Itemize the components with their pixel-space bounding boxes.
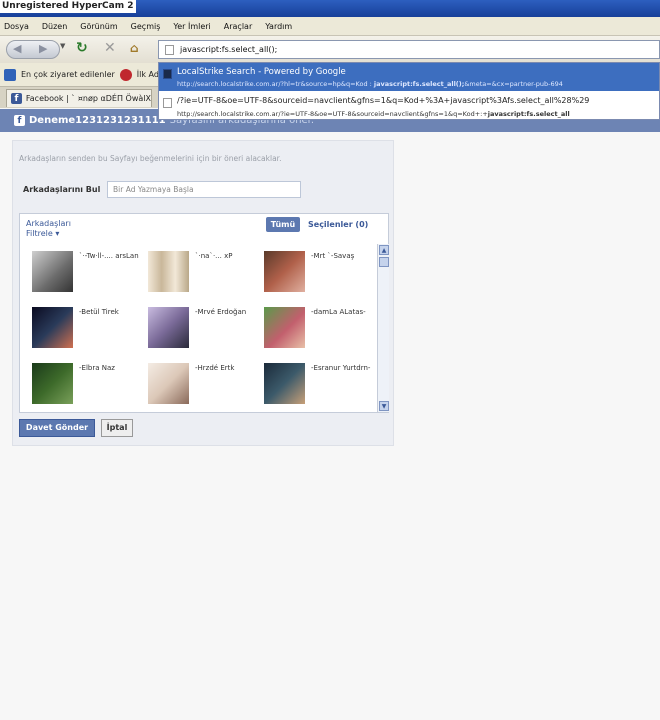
scroll-up-icon[interactable]: ▲ (379, 245, 389, 255)
page-title: Deneme1231231231111 (29, 115, 166, 126)
friend-name: -Esranur Yurtdrn- (311, 364, 371, 372)
menu-help[interactable]: Yardım (265, 22, 292, 31)
friend-photo (264, 363, 305, 404)
friend-item[interactable]: `·-Tw·ll-.... arsLan (28, 246, 144, 302)
back-icon[interactable]: ◀ (13, 42, 21, 55)
home-icon[interactable]: ⌂ (130, 41, 139, 55)
menu-tools[interactable]: Araçlar (224, 22, 252, 31)
back-forward-buttons[interactable]: ◀ ▶ (6, 40, 60, 59)
send-invite-button[interactable]: Davet Gönder (19, 419, 95, 437)
history-dropdown-icon[interactable]: ▼ (60, 42, 65, 50)
reload-icon[interactable]: ↻ (76, 40, 88, 56)
friend-name: -Mrvé Erdoğan (195, 308, 247, 316)
friend-name: -Mrt `-Savaş (311, 252, 355, 260)
friend-name: -Elbra Naz (79, 364, 115, 372)
friend-photo (148, 363, 189, 404)
menu-history[interactable]: Geçmiş (131, 22, 161, 31)
friend-photo (148, 251, 189, 292)
suggest-friends-dialog: Arkadaşların senden bu Sayfayı beğenmele… (12, 140, 394, 446)
facebook-icon: f (11, 93, 22, 104)
navigation-toolbar: ◀ ▶ ▼ ↻ ✕ ⌂ javascript:fs.select_all(); (0, 36, 660, 63)
friend-photo (148, 307, 189, 348)
friend-item[interactable]: `·na`·... xP (144, 246, 260, 302)
scroll-down-icon[interactable]: ▼ (379, 401, 389, 411)
suggestion-url: http://search.localstrike.com.ar/?ie=UTF… (177, 110, 570, 118)
friend-photo (264, 251, 305, 292)
menu-view[interactable]: Görünüm (80, 22, 117, 31)
menu-bookmarks[interactable]: Yer İmleri (173, 22, 210, 31)
friend-item[interactable]: -Mrt `-Savaş (260, 246, 376, 302)
friend-name: `·-Tw·ll-.... arsLan (79, 252, 139, 260)
friend-item[interactable]: -damLa ALatas- (260, 302, 376, 358)
tab-label: Facebook | ` ¤nøp αDÉΠ ÖwàlΧ (25, 94, 151, 103)
filter-friends-link[interactable]: Arkadaşları Filtrele ▾ (26, 219, 71, 239)
friend-name: `·na`·... xP (195, 252, 233, 260)
autocomplete-item[interactable]: LocalStrike Search - Powered by Google h… (159, 63, 659, 91)
friend-item[interactable]: -Elbra Naz (28, 358, 144, 414)
bookmark-first[interactable]: İlk Ad (137, 70, 159, 79)
all-tab[interactable]: Tümü (266, 217, 300, 232)
autocomplete-item[interactable]: /?ie=UTF-8&oe=UTF-8&sourceid=navclient&g… (159, 92, 659, 120)
friend-item[interactable]: -Mrvé Erdoğan (144, 302, 260, 358)
menu-edit[interactable]: Düzen (42, 22, 67, 31)
facebook-icon: f (14, 115, 25, 126)
page-icon (165, 45, 174, 55)
friend-grid: `·-Tw·ll-.... arsLan `·na`·... xP -Mrt `… (28, 246, 376, 410)
friend-selector: Arkadaşları Filtrele ▾ Tümü Seçilenler (… (19, 213, 389, 413)
cancel-button[interactable]: İptal (101, 419, 133, 437)
suggestion-title: /?ie=UTF-8&oe=UTF-8&sourceid=navclient&g… (177, 96, 590, 105)
suggestion-title: LocalStrike Search - Powered by Google (177, 67, 346, 77)
friend-photo (264, 307, 305, 348)
forward-icon[interactable]: ▶ (39, 42, 47, 55)
address-bar[interactable]: javascript:fs.select_all(); (158, 40, 660, 59)
suggestion-url: http://search.localstrike.com.ar/?hl=tr&… (177, 80, 563, 88)
scrollbar-thumb[interactable] (379, 257, 389, 267)
most-visited-icon (4, 68, 16, 81)
address-input[interactable]: javascript:fs.select_all(); (180, 45, 277, 54)
search-label: Arkadaşlarını Bul (23, 185, 101, 194)
intro-text: Arkadaşların senden bu Sayfayı beğenmele… (19, 154, 282, 163)
friend-name: -Hrzdé Ertk (195, 364, 235, 372)
url-autocomplete-dropdown: LocalStrike Search - Powered by Google h… (158, 62, 660, 120)
friend-name: -damLa ALatas- (311, 308, 366, 316)
friend-search-input[interactable]: Bir Ad Yazmaya Başla (107, 181, 301, 198)
friend-photo (32, 363, 73, 404)
friend-photo (32, 251, 73, 292)
bookmark-icon (119, 68, 132, 81)
friend-item[interactable]: -Esranur Yurtdrn- (260, 358, 376, 414)
friend-name: -Betül Tirek (79, 308, 119, 316)
bookmark-most-visited[interactable]: En çok ziyaret edilenler (21, 70, 115, 79)
selected-tab[interactable]: Seçilenler (0) (308, 220, 368, 229)
stop-icon[interactable]: ✕ (104, 40, 116, 56)
friend-list-scrollbar[interactable]: ▲ ▼ (377, 244, 389, 412)
tab-facebook[interactable]: f Facebook | ` ¤nøp αDÉΠ ÖwàlΧ (6, 89, 152, 107)
menu-bar: Dosya Düzen Görünüm Geçmiş Yer İmleri Ar… (0, 17, 660, 36)
menu-file[interactable]: Dosya (4, 22, 29, 31)
recorder-watermark: Unregistered HyperCam 2 (0, 0, 136, 13)
friend-photo (32, 307, 73, 348)
search-engine-icon (163, 69, 172, 79)
friend-item[interactable]: -Hrzdé Ertk (144, 358, 260, 414)
page-icon (163, 98, 172, 108)
friend-item[interactable]: -Betül Tirek (28, 302, 144, 358)
